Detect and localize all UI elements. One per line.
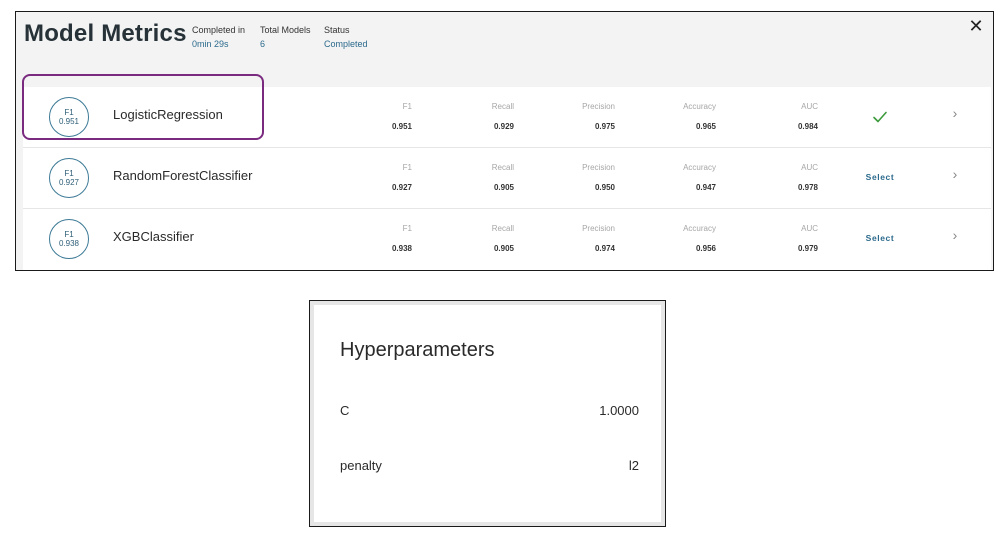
param-value: 1.0000 (599, 403, 639, 418)
metric-value: 0.950 (594, 183, 615, 192)
metric-value: 0.947 (695, 183, 716, 192)
model-metrics-panel: Model Metrics Completed in 0min 29s Tota… (15, 11, 994, 271)
model-list: F1 0.951 LogisticRegression F1 0.951 Rec… (23, 87, 991, 270)
select-button[interactable]: Select (843, 233, 917, 243)
metric-auc: AUC 0.984 (758, 101, 818, 132)
metric-accuracy: Accuracy 0.965 (656, 101, 716, 132)
metric-value: 0.929 (493, 122, 514, 131)
metric-label: F1 (402, 224, 412, 233)
metric-label: Recall (491, 163, 514, 172)
hyperparameters-panel: Hyperparameters C 1.0000 penalty l2 (309, 300, 666, 527)
metric-recall: Recall 0.929 (454, 101, 514, 132)
metric-value: 0.965 (695, 122, 716, 131)
param-value: l2 (628, 458, 639, 473)
metric-recall: Recall 0.905 (454, 162, 514, 193)
panel-header: Model Metrics Completed in 0min 29s Tota… (16, 12, 993, 86)
param-name: C (340, 403, 350, 418)
metric-f1: F1 0.938 (352, 223, 412, 254)
chevron-right-icon[interactable]: › (949, 227, 961, 243)
f1-score-badge: F1 0.951 (49, 97, 89, 137)
metric-label: F1 (402, 102, 412, 111)
metric-precision: Precision 0.974 (555, 223, 615, 254)
metric-value: 0.905 (493, 183, 514, 192)
badge-label: F1 (64, 169, 74, 178)
hyperparameters-content: Hyperparameters C 1.0000 penalty l2 (314, 305, 661, 522)
stat-completed-in: Completed in 0min 29s (192, 23, 245, 51)
metric-label: Precision (582, 224, 615, 233)
metric-value: 0.979 (797, 244, 818, 253)
metric-label: Accuracy (683, 163, 716, 172)
metric-label: Accuracy (683, 224, 716, 233)
metric-label: Recall (491, 224, 514, 233)
close-icon[interactable]: ✕ (967, 16, 985, 36)
metric-label: Precision (582, 102, 615, 111)
badge-value: 0.927 (58, 178, 80, 187)
model-name: RandomForestClassifier (113, 168, 253, 183)
model-row-randomforestclassifier[interactable]: F1 0.927 RandomForestClassifier F1 0.927… (23, 148, 991, 209)
stat-value: 0min 29s (192, 39, 229, 49)
metric-value: 0.974 (594, 244, 615, 253)
metric-value: 0.978 (797, 183, 818, 192)
chevron-right-icon[interactable]: › (949, 105, 961, 121)
stat-label: Status (324, 25, 350, 35)
checkmark-icon (873, 111, 887, 123)
metric-accuracy: Accuracy 0.947 (656, 162, 716, 193)
metric-label: AUC (801, 224, 818, 233)
badge-value: 0.938 (58, 239, 80, 248)
metric-label: AUC (801, 102, 818, 111)
metric-accuracy: Accuracy 0.956 (656, 223, 716, 254)
status-badge: Completed (324, 39, 368, 49)
param-name: penalty (340, 458, 382, 473)
metric-value: 0.905 (493, 244, 514, 253)
stat-label: Completed in (192, 25, 246, 35)
select-button[interactable]: Select (843, 172, 917, 182)
metric-value: 0.938 (391, 244, 412, 253)
metric-label: AUC (801, 163, 818, 172)
metric-value: 0.927 (391, 183, 412, 192)
metric-value: 0.975 (594, 122, 615, 131)
metric-label: Recall (491, 102, 514, 111)
f1-score-badge: F1 0.927 (49, 158, 89, 198)
page-title: Model Metrics (24, 20, 187, 47)
metric-label: Accuracy (683, 102, 716, 111)
f1-score-badge: F1 0.938 (49, 219, 89, 259)
metric-precision: Precision 0.950 (555, 162, 615, 193)
stat-status: Status Completed (324, 23, 368, 51)
badge-label: F1 (64, 230, 74, 239)
metric-auc: AUC 0.978 (758, 162, 818, 193)
metric-auc: AUC 0.979 (758, 223, 818, 254)
hyperparameters-title: Hyperparameters (340, 339, 495, 361)
metric-value: 0.984 (797, 122, 818, 131)
badge-label: F1 (64, 108, 74, 117)
chevron-right-icon[interactable]: › (949, 166, 961, 182)
metric-f1: F1 0.951 (352, 101, 412, 132)
metric-precision: Precision 0.975 (555, 101, 615, 132)
metric-recall: Recall 0.905 (454, 223, 514, 254)
model-name: LogisticRegression (113, 107, 223, 122)
model-row-logisticregression[interactable]: F1 0.951 LogisticRegression F1 0.951 Rec… (23, 87, 991, 148)
metric-f1: F1 0.927 (352, 162, 412, 193)
stat-label: Total Models (260, 25, 311, 35)
model-name: XGBClassifier (113, 229, 194, 244)
badge-value: 0.951 (58, 117, 80, 126)
metric-label: Precision (582, 163, 615, 172)
metric-label: F1 (402, 163, 412, 172)
stat-value: 6 (260, 39, 266, 49)
stat-total-models: Total Models 6 (260, 23, 311, 51)
model-row-xgbclassifier[interactable]: F1 0.938 XGBClassifier F1 0.938 Recall 0… (23, 209, 991, 270)
metric-value: 0.951 (391, 122, 412, 131)
metric-value: 0.956 (695, 244, 716, 253)
